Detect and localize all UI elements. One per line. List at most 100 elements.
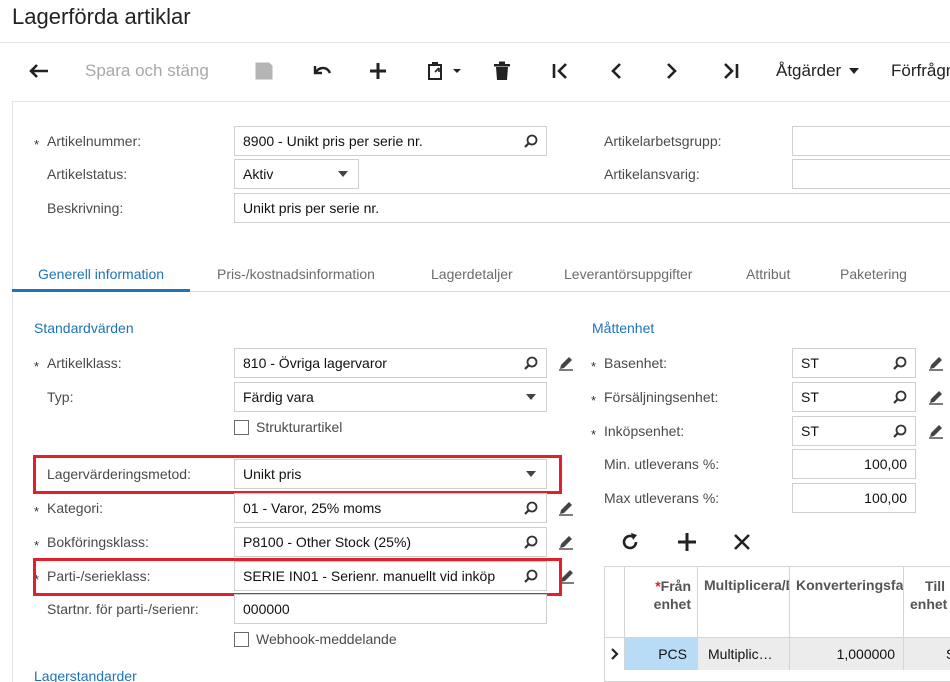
column-header-multiply[interactable]: Multiplicera/Dividera bbox=[698, 567, 790, 637]
edit-icon[interactable] bbox=[557, 533, 575, 551]
required-marker: * bbox=[34, 359, 40, 374]
column-header-conversion[interactable]: Konverteringsfaktor bbox=[790, 567, 904, 637]
from-unit-header-line1: Från bbox=[660, 578, 691, 594]
required-marker: * bbox=[34, 504, 40, 519]
max-utleverans-label: Max utleverans %: bbox=[604, 490, 720, 506]
tab-paketering[interactable]: Paketering bbox=[840, 266, 907, 282]
webhook-checkbox[interactable] bbox=[234, 632, 249, 647]
paste-menu-icon[interactable] bbox=[424, 58, 464, 84]
search-icon[interactable] bbox=[516, 349, 546, 377]
min-utleverans-label: Min. utleverans %: bbox=[604, 456, 720, 472]
column-header-to-unit[interactable]: Till enhet bbox=[904, 567, 950, 637]
strukturartikel-label: Strukturartikel bbox=[256, 419, 343, 435]
search-icon[interactable] bbox=[516, 494, 546, 522]
kategori-value: 01 - Varor, 25% moms bbox=[243, 500, 382, 516]
bokforing-input[interactable]: P8100 - Other Stock (25%) bbox=[234, 527, 547, 557]
active-tab-indicator bbox=[12, 289, 190, 292]
section-title-lagerstandarder: Lagerstandarder bbox=[34, 668, 137, 682]
search-icon[interactable] bbox=[885, 349, 915, 377]
edit-icon[interactable] bbox=[557, 354, 575, 372]
artikelstatus-label: Artikelstatus: bbox=[47, 166, 128, 182]
save-icon[interactable] bbox=[252, 58, 276, 84]
first-record-icon[interactable] bbox=[548, 58, 572, 84]
search-icon[interactable] bbox=[516, 127, 546, 155]
basenhet-value: ST bbox=[801, 355, 819, 371]
cell-conversion[interactable]: 1,000000 bbox=[790, 638, 904, 670]
required-marker: * bbox=[591, 359, 597, 374]
beskrivning-label: Beskrivning: bbox=[47, 200, 124, 216]
undo-icon[interactable] bbox=[309, 58, 335, 84]
section-title-standardvarden: Standardvärden bbox=[34, 320, 134, 336]
min-utleverans-value: 100,00 bbox=[864, 456, 907, 472]
kategori-input[interactable]: 01 - Varor, 25% moms bbox=[234, 493, 547, 523]
add-row-icon[interactable] bbox=[677, 532, 697, 555]
tab-pris-kostnadsinformation[interactable]: Pris-/kostnadsinformation bbox=[217, 266, 375, 282]
required-marker: * bbox=[34, 137, 40, 152]
column-header-from-unit[interactable]: *Från enhet bbox=[625, 567, 698, 637]
edit-icon[interactable] bbox=[927, 354, 945, 372]
edit-icon[interactable] bbox=[927, 422, 945, 440]
inquiries-menu[interactable]: Förfrågningar bbox=[891, 58, 950, 84]
delete-row-icon[interactable] bbox=[732, 532, 752, 555]
grid-toolbar bbox=[604, 518, 769, 566]
forsaljningsenhet-label: Försäljningsenhet: bbox=[604, 389, 719, 405]
from-unit-header-line2: enhet bbox=[653, 596, 691, 612]
beskrivning-value: Unikt pris per serie nr. bbox=[243, 200, 380, 216]
typ-select[interactable]: Färdig vara bbox=[234, 382, 547, 412]
startnr-input[interactable]: 000000 bbox=[234, 594, 547, 624]
required-marker: * bbox=[34, 538, 40, 553]
max-utleverans-input[interactable]: 100,00 bbox=[792, 483, 916, 513]
webhook-label: Webhook-meddelande bbox=[256, 631, 397, 647]
edit-icon[interactable] bbox=[557, 499, 575, 517]
title-divider bbox=[0, 42, 950, 43]
required-marker: * bbox=[591, 393, 597, 408]
delete-icon[interactable] bbox=[490, 58, 514, 84]
tab-leverantorsuppgifter[interactable]: Leverantörsuppgifter bbox=[564, 266, 692, 282]
inkopsenhet-label: Inköpsenhet: bbox=[604, 423, 685, 439]
artikelklass-input[interactable]: 810 - Övriga lagervaror bbox=[234, 348, 547, 378]
row-selector[interactable] bbox=[605, 638, 625, 670]
artikelnummer-value: 8900 - Unikt pris per serie nr. bbox=[243, 133, 423, 149]
artikelarbetsgrupp-input[interactable] bbox=[792, 126, 950, 156]
startnr-value: 000000 bbox=[243, 601, 290, 617]
basenhet-label: Basenhet: bbox=[604, 355, 668, 371]
basenhet-input[interactable]: ST bbox=[792, 348, 916, 378]
tab-generell-information[interactable]: Generell information bbox=[38, 266, 164, 282]
inkopsenhet-input[interactable]: ST bbox=[792, 416, 916, 446]
artikelstatus-value: Aktiv bbox=[243, 166, 274, 182]
conversion-grid: *Från enhet Multiplicera/Dividera Konver… bbox=[604, 566, 950, 682]
cell-to-unit[interactable]: ST bbox=[904, 638, 950, 670]
chevron-down-icon bbox=[328, 160, 358, 188]
cell-from-unit[interactable]: PCS bbox=[625, 638, 698, 670]
add-icon[interactable] bbox=[366, 58, 390, 84]
tab-lagerdetaljer[interactable]: Lagerdetaljer bbox=[431, 266, 513, 282]
min-utleverans-input[interactable]: 100,00 bbox=[792, 449, 916, 479]
last-record-icon[interactable] bbox=[719, 58, 743, 84]
cell-multiply[interactable]: Multiplic… bbox=[698, 638, 790, 670]
bokforing-value: P8100 - Other Stock (25%) bbox=[243, 534, 412, 550]
highlight-box-lagervardering bbox=[33, 455, 562, 494]
forsaljningsenhet-input[interactable]: ST bbox=[792, 382, 916, 412]
actions-menu[interactable]: Åtgärder bbox=[776, 58, 860, 84]
save-close-button[interactable]: Spara och stäng bbox=[85, 58, 209, 84]
search-icon[interactable] bbox=[885, 417, 915, 445]
kategori-label: Kategori: bbox=[47, 500, 104, 516]
search-icon[interactable] bbox=[516, 528, 546, 556]
artikelansvarig-input[interactable] bbox=[792, 159, 950, 189]
next-record-icon[interactable] bbox=[660, 58, 684, 84]
edit-icon[interactable] bbox=[927, 388, 945, 406]
required-marker: * bbox=[591, 427, 597, 442]
refresh-icon[interactable] bbox=[620, 532, 640, 555]
previous-record-icon[interactable] bbox=[604, 58, 628, 84]
search-icon[interactable] bbox=[885, 383, 915, 411]
tab-attribut[interactable]: Attribut bbox=[746, 266, 790, 282]
inkopsenhet-value: ST bbox=[801, 423, 819, 439]
beskrivning-input[interactable]: Unikt pris per serie nr. bbox=[234, 193, 950, 223]
back-icon[interactable] bbox=[26, 58, 52, 84]
artikelansvarig-label: Artikelansvarig: bbox=[604, 166, 700, 182]
strukturartikel-checkbox[interactable] bbox=[234, 420, 249, 435]
artikelnummer-input[interactable]: 8900 - Unikt pris per serie nr. bbox=[234, 126, 547, 156]
artikelstatus-select[interactable]: Aktiv bbox=[234, 159, 359, 189]
row-selector-header bbox=[605, 567, 625, 637]
to-unit-header-line2: enhet bbox=[910, 596, 948, 612]
